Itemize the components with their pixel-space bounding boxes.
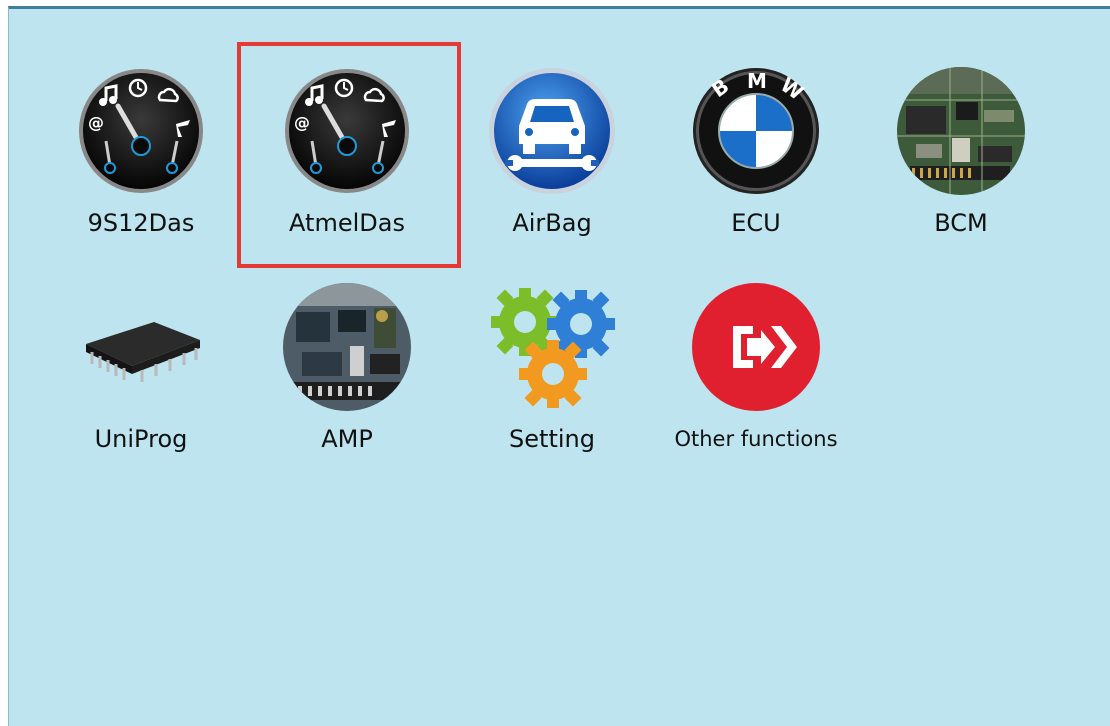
bmw-logo-icon: B M W [690,65,822,197]
app-label: UniProg [94,425,188,453]
gears-icon [486,281,618,413]
app-label: AirBag [512,209,592,237]
svg-text:@: @ [294,113,310,132]
app-tile-setting[interactable]: Setting [457,281,647,481]
app-tile-atmeldas[interactable]: @ AtmelDas [252,65,442,265]
app-label: Other functions [674,427,838,451]
car-wrench-icon [486,65,618,197]
svg-text:@: @ [88,113,104,132]
chip-icon [75,281,207,413]
app-label: AtmelDas [289,209,405,237]
gauge-icon: @ [75,65,207,197]
app-tile-amp[interactable]: AMP [252,281,442,481]
app-label: ECU [731,209,781,237]
app-label: AMP [321,425,373,453]
app-label: BCM [934,209,988,237]
gauge-icon: @ [281,65,413,197]
circuit-board-icon [895,65,1027,197]
app-label: 9S12Das [87,209,195,237]
app-tile-bcm[interactable]: BCM [866,65,1056,265]
app-launcher-panel: @ 9S12Das @ AtmelDas AirBag B M W ECU BC… [8,6,1110,726]
circuit-board-icon [281,281,413,413]
app-tile-9s12das[interactable]: @ 9S12Das [46,65,236,265]
exit-arrow-icon [690,281,822,413]
app-label: Setting [509,425,595,453]
app-tile-ecu[interactable]: B M W ECU [661,65,851,265]
svg-text:M: M [747,69,767,93]
app-tile-other-functions[interactable]: Other functions [661,281,851,481]
app-tile-airbag[interactable]: AirBag [457,65,647,265]
app-tile-uniprog[interactable]: UniProg [46,281,236,481]
